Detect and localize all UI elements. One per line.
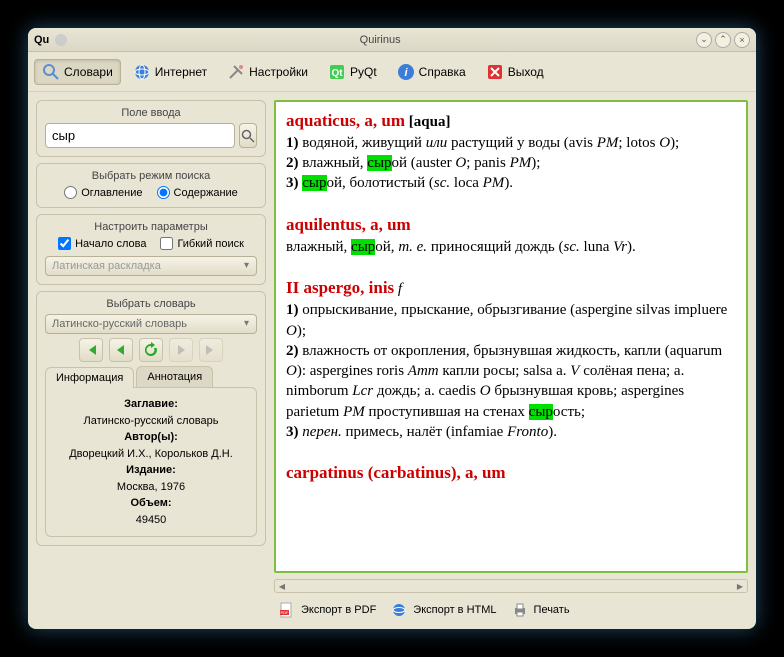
info-volume: 49450 <box>136 514 167 526</box>
titlebar: Qu Quirinus ⌄ ⌃ × <box>28 28 756 52</box>
mode-label: Выбрать режим поиска <box>45 170 257 182</box>
toolbar-settings[interactable]: Настройки <box>219 59 316 85</box>
export-label: Экспорт в HTML <box>413 604 496 616</box>
export-row: PDF Экспорт в PDF Экспорт в HTML Печать <box>274 599 748 621</box>
magnifier-icon <box>241 129 255 143</box>
toolbar-label: Словари <box>64 65 113 79</box>
info-authors: Дворецкий И.Х., Корольков Д.Н. <box>69 448 233 460</box>
mode-frame: Выбрать режим поиска Оглавление Содержан… <box>36 163 266 208</box>
reload-icon <box>143 342 159 358</box>
app-window: Qu Quirinus ⌄ ⌃ × Словари Интернет Настр… <box>28 28 756 629</box>
window-title: Quirinus <box>67 34 693 46</box>
toolbar-exit[interactable]: Выход <box>478 59 552 85</box>
pdf-icon: PDF <box>278 601 296 619</box>
next-icon <box>174 343 188 357</box>
nav-last-button[interactable] <box>199 338 223 362</box>
globe-icon <box>133 63 151 81</box>
info-content: Заглавие: Латинско-русский словарь Автор… <box>45 387 257 537</box>
toolbar-label: PyQt <box>350 65 377 79</box>
app-logo: Qu <box>34 34 49 46</box>
exit-icon <box>486 63 504 81</box>
dict-frame: Выбрать словарь Латинско-русский словарь… <box>36 291 266 546</box>
layout-select[interactable]: Латинская раскладка <box>45 256 257 276</box>
radio-content[interactable]: Содержание <box>157 186 238 199</box>
search-frame: Поле ввода <box>36 100 266 157</box>
scroll-right-icon[interactable]: ▶ <box>733 580 747 592</box>
tools-icon <box>227 63 245 81</box>
info-icon: i <box>397 63 415 81</box>
search-button[interactable] <box>239 123 257 148</box>
nav-prev-button[interactable] <box>109 338 133 362</box>
maximize-button[interactable]: ⌃ <box>715 32 731 48</box>
titlebar-spacer-icon <box>55 34 67 46</box>
scroll-left-icon[interactable]: ◀ <box>275 580 289 592</box>
toolbar-label: Справка <box>419 65 466 79</box>
toolbar-dictionaries[interactable]: Словари <box>34 59 121 85</box>
dict-label: Выбрать словарь <box>45 298 257 310</box>
toolbar-help[interactable]: i Справка <box>389 59 474 85</box>
results-pane[interactable]: aquaticus, a, um [aqua]1) водяной, живущ… <box>274 100 748 573</box>
export-html-button[interactable]: Экспорт в HTML <box>390 601 496 619</box>
skip-first-icon <box>84 343 98 357</box>
toolbar-label: Интернет <box>155 65 207 79</box>
qt-icon: Qt <box>328 63 346 81</box>
toolbar: Словари Интернет Настройки Qt PyQt i Спр… <box>28 52 756 92</box>
export-pdf-button[interactable]: PDF Экспорт в PDF <box>278 601 376 619</box>
close-button[interactable]: × <box>734 32 750 48</box>
dict-select[interactable]: Латинско-русский словарь <box>45 314 257 334</box>
left-panel: Поле ввода Выбрать режим поиска Оглавлен… <box>36 100 266 621</box>
printer-icon <box>511 601 529 619</box>
info-title: Латинско-русский словарь <box>84 415 219 427</box>
hscrollbar[interactable]: ◀ ▶ <box>274 579 748 593</box>
print-button[interactable]: Печать <box>511 601 570 619</box>
search-input[interactable] <box>45 123 235 148</box>
right-panel: aquaticus, a, um [aqua]1) водяной, живущ… <box>274 100 748 621</box>
svg-text:PDF: PDF <box>281 610 290 615</box>
info-authors-label: Автор(ы): <box>124 431 178 443</box>
tab-info[interactable]: Информация <box>45 367 134 388</box>
content-area: Поле ввода Выбрать режим поиска Оглавлен… <box>28 92 756 629</box>
params-frame: Настроить параметры Начало слова Гибкий … <box>36 214 266 285</box>
nav-reload-button[interactable] <box>139 338 163 362</box>
minimize-button[interactable]: ⌄ <box>696 32 712 48</box>
check-wordstart[interactable]: Начало слова <box>58 237 146 250</box>
magnifier-icon <box>42 63 60 81</box>
svg-text:Qt: Qt <box>331 68 343 79</box>
export-label: Печать <box>534 604 570 616</box>
info-title-label: Заглавие: <box>124 398 178 410</box>
toolbar-label: Выход <box>508 65 544 79</box>
params-label: Настроить параметры <box>45 221 257 233</box>
toolbar-internet[interactable]: Интернет <box>125 59 215 85</box>
html-icon <box>390 601 408 619</box>
radio-toc[interactable]: Оглавление <box>64 186 142 199</box>
info-edition-label: Издание: <box>126 464 176 476</box>
nav-next-button[interactable] <box>169 338 193 362</box>
tab-annot[interactable]: Аннотация <box>136 366 213 387</box>
info-edition: Москва, 1976 <box>117 481 185 493</box>
nav-first-button[interactable] <box>79 338 103 362</box>
prev-icon <box>114 343 128 357</box>
toolbar-pyqt[interactable]: Qt PyQt <box>320 59 385 85</box>
info-volume-label: Объем: <box>131 497 172 509</box>
search-label: Поле ввода <box>45 107 257 119</box>
check-fuzzy[interactable]: Гибкий поиск <box>160 237 243 250</box>
toolbar-label: Настройки <box>249 65 308 79</box>
skip-last-icon <box>204 343 218 357</box>
export-label: Экспорт в PDF <box>301 604 376 616</box>
